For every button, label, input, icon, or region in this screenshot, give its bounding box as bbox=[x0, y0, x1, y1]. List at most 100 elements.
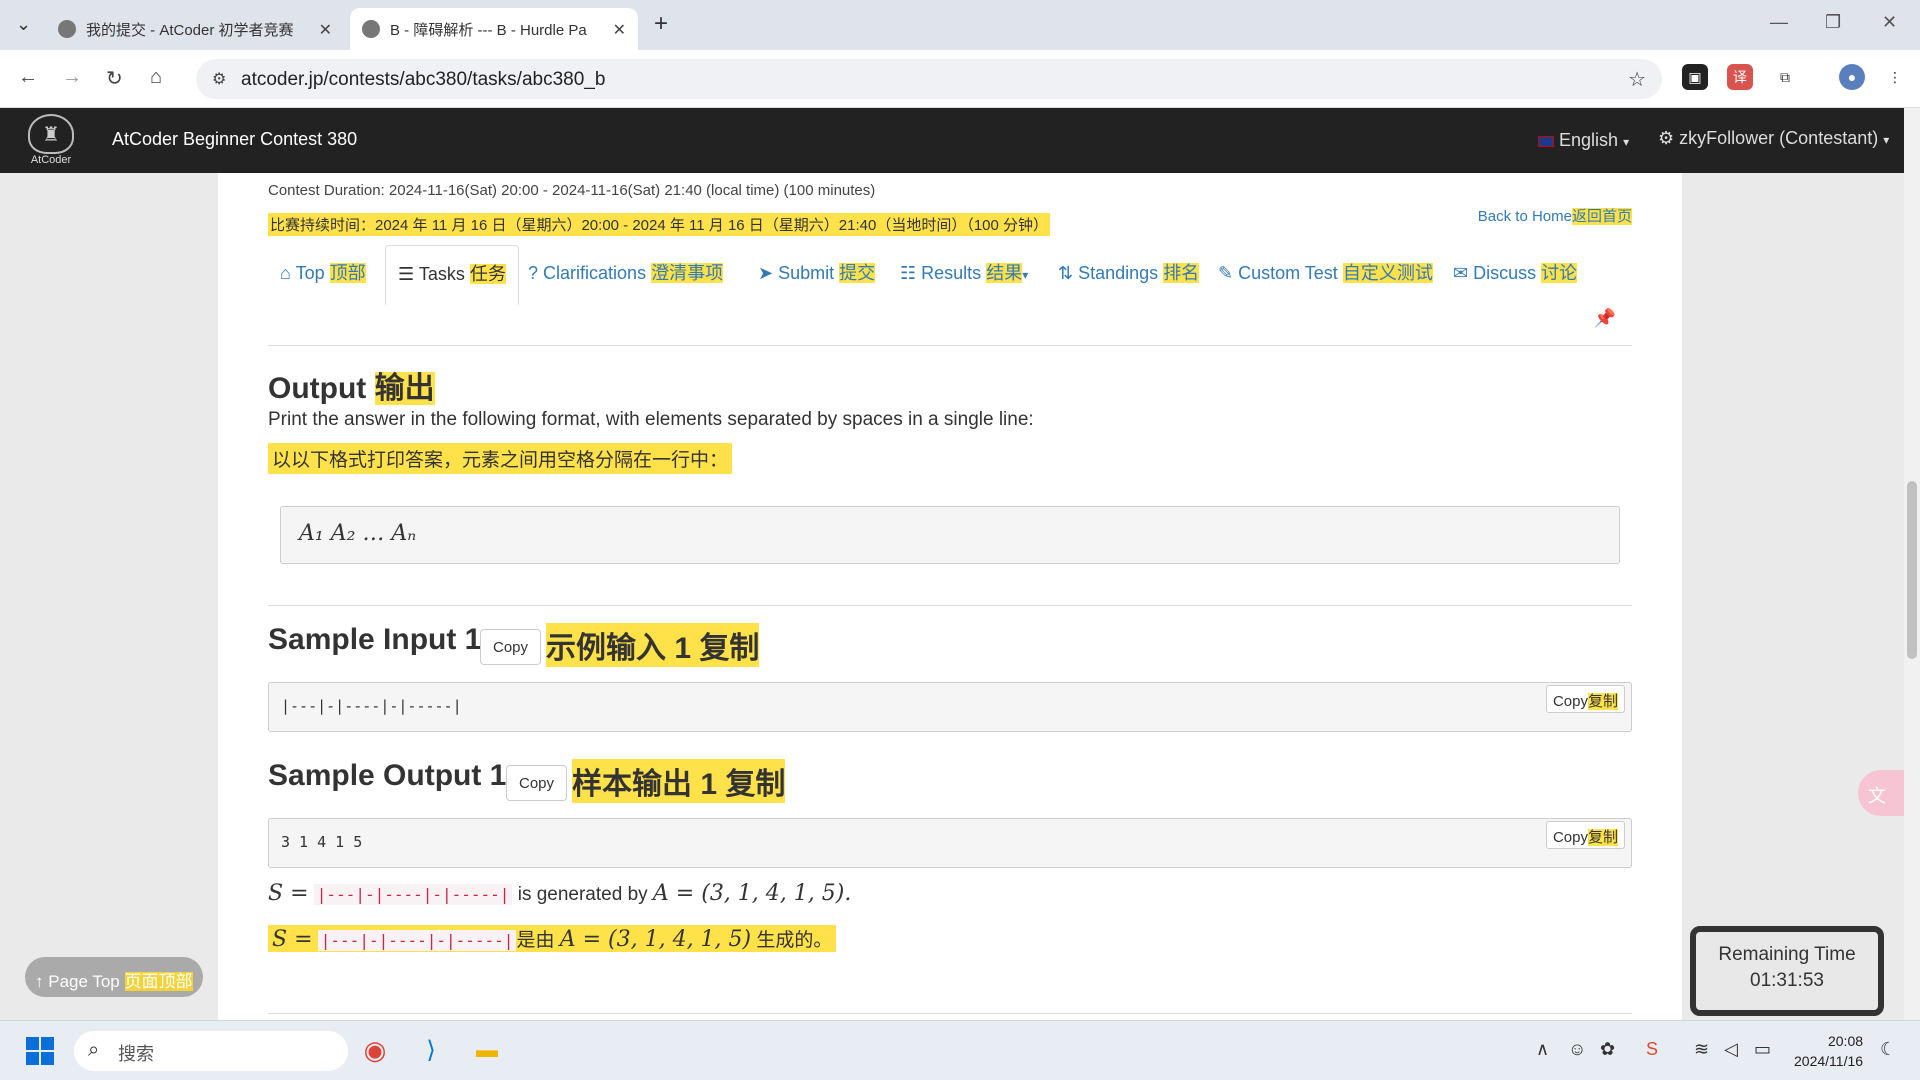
clock-date: 2024/11/16 bbox=[1794, 1053, 1864, 1069]
tab-standings[interactable]: ⇅ Standings 排名 bbox=[1058, 259, 1200, 285]
clock-time: 20:08 bbox=[1827, 1033, 1864, 1049]
send-icon: ➤ bbox=[758, 263, 774, 283]
page-top-button[interactable]: ↑ Page Top 页面顶部 bbox=[25, 957, 203, 997]
sample-output-block[interactable]: 3 1 4 1 5 Copy复制 bbox=[268, 818, 1632, 868]
home-icon[interactable]: ⌂ bbox=[150, 66, 162, 89]
copy-button[interactable]: Copy复制 bbox=[1545, 821, 1625, 849]
language-dropdown[interactable]: English ▾ bbox=[1538, 130, 1629, 151]
search-placeholder: 搜索 bbox=[118, 1044, 154, 1064]
wifi-icon[interactable]: ≋ bbox=[1694, 1039, 1709, 1060]
tab-label: Custom Test bbox=[1238, 263, 1338, 283]
browser-tab-submissions[interactable]: 我的提交 - AtCoder 初学者竞赛 ✕ bbox=[46, 8, 344, 50]
sample-output-content: 3 1 4 1 5 bbox=[281, 833, 363, 851]
sort-icon: ⇅ bbox=[1058, 263, 1074, 283]
tab-custom-test[interactable]: ✎ Custom Test 自定义测试 bbox=[1218, 259, 1433, 285]
copy-button[interactable]: Copy复制 bbox=[1545, 685, 1625, 713]
sogou-ime-icon[interactable]: S bbox=[1646, 1039, 1658, 1060]
caret-down-icon: ▾ bbox=[1623, 135, 1630, 149]
browser-tab-hurdle[interactable]: B - 障碍解析 --- B - Hurdle Pa ✕ bbox=[350, 8, 638, 50]
divider bbox=[268, 1013, 1632, 1014]
extension-icon[interactable]: ▣ bbox=[1682, 64, 1708, 90]
forward-arrow-icon[interactable]: → bbox=[62, 66, 82, 89]
user-dropdown[interactable]: ⚙ zkyFollower (Contestant) ▾ bbox=[1658, 128, 1889, 149]
restore-icon[interactable]: ❐ bbox=[1825, 12, 1841, 33]
back-arrow-icon[interactable]: ← bbox=[18, 66, 38, 89]
copy-button[interactable]: Copy bbox=[480, 629, 542, 665]
tray-app-icon[interactable]: ✿ bbox=[1600, 1039, 1615, 1060]
new-tab-plus-icon[interactable]: + bbox=[654, 10, 668, 38]
tab-search-chevron-icon[interactable]: ⌄ bbox=[16, 14, 31, 35]
contest-title[interactable]: AtCoder Beginner Contest 380 bbox=[112, 129, 357, 150]
extensions-puzzle-icon[interactable]: ⧉ bbox=[1772, 64, 1798, 90]
tab-label-zh: 结果 bbox=[986, 263, 1023, 283]
extension-translate-icon[interactable]: 译 bbox=[1727, 64, 1753, 90]
browser-tab-bar: ⌄ 我的提交 - AtCoder 初学者竞赛 ✕ B - 障碍解析 --- B … bbox=[0, 0, 1920, 50]
wrench-icon: ✎ bbox=[1218, 263, 1234, 283]
tab-results[interactable]: ☷ Results 结果▾ bbox=[900, 259, 1028, 285]
explanation-text-zh: 是由 bbox=[516, 930, 560, 951]
tray-app-icon[interactable]: ☺ bbox=[1568, 1039, 1586, 1060]
browser-menu-icon[interactable]: ⋮ bbox=[1882, 64, 1908, 90]
output-heading: Output 输出 bbox=[268, 363, 435, 407]
back-to-home-link[interactable]: Back to Home返回首页 bbox=[1478, 205, 1632, 226]
url-bar[interactable]: ⚙ atcoder.jp/contests/abc380/tasks/abc38… bbox=[196, 59, 1662, 99]
vscode-icon[interactable]: ⟩ bbox=[414, 1033, 448, 1067]
atcoder-logo[interactable]: ♜ AtCoder bbox=[18, 114, 84, 168]
inline-code: |---|-|----|-|-----| bbox=[313, 884, 513, 905]
address-toolbar: ← → ↻ ⌂ ⚙ atcoder.jp/contests/abc380/tas… bbox=[0, 50, 1920, 108]
atcoder-favicon-icon bbox=[362, 20, 380, 38]
tab-title: 我的提交 - AtCoder 初学者竞赛 bbox=[86, 21, 294, 39]
windows-taskbar: ⌕ 搜索 ◉ ⟩ ▬ ∧ ☺ ✿ S ≋ ◁ ▭ 20:08 2024/11/1… bbox=[0, 1020, 1920, 1080]
close-icon[interactable]: ✕ bbox=[319, 20, 332, 40]
battery-icon[interactable]: ▭ bbox=[1754, 1039, 1771, 1060]
site-info-icon[interactable]: ⚙ bbox=[212, 69, 226, 89]
sample-input-heading: Sample Input 1 bbox=[268, 623, 482, 656]
tab-tasks[interactable]: ☰ Tasks 任务 bbox=[385, 245, 519, 305]
copy-label-zh: 复制 bbox=[1587, 829, 1618, 846]
notification-icon[interactable]: ☾ bbox=[1880, 1039, 1896, 1060]
uk-flag-icon bbox=[1538, 135, 1554, 147]
minimize-icon[interactable]: — bbox=[1770, 12, 1788, 33]
scrollbar[interactable] bbox=[1904, 108, 1920, 1020]
translate-float-icon[interactable]: 文 bbox=[1858, 770, 1904, 816]
language-label: English bbox=[1559, 130, 1619, 150]
search-icon: ⌕ bbox=[88, 1039, 100, 1061]
pin-icon[interactable]: 📌 bbox=[1594, 308, 1616, 329]
back-zh: 返回首页 bbox=[1571, 208, 1632, 225]
copy-button[interactable]: Copy bbox=[506, 765, 568, 801]
taskbar-clock[interactable]: 20:08 2024/11/16 bbox=[1794, 1031, 1863, 1071]
list-icon: ☷ bbox=[900, 263, 917, 283]
windows-start-icon[interactable] bbox=[26, 1037, 54, 1065]
window-close-icon[interactable]: ✕ bbox=[1882, 12, 1897, 33]
profile-avatar-icon[interactable]: ● bbox=[1839, 64, 1865, 90]
explanation-text: is generated by bbox=[512, 884, 653, 905]
copy-label: Copy bbox=[1552, 829, 1588, 846]
math-s: S = bbox=[272, 927, 313, 952]
tab-label: Top bbox=[295, 263, 325, 283]
remaining-time-widget: Remaining Time 01:31:53 bbox=[1690, 926, 1884, 1016]
bookmark-star-icon[interactable]: ☆ bbox=[1628, 67, 1646, 92]
tab-top[interactable]: ⌂ Top 顶部 bbox=[280, 259, 366, 285]
tab-label: Clarifications bbox=[543, 263, 647, 283]
tray-expand-icon[interactable]: ∧ bbox=[1536, 1039, 1549, 1060]
user-name: zkyFollower (Contestant) bbox=[1679, 128, 1879, 148]
file-explorer-icon[interactable]: ▬ bbox=[470, 1033, 504, 1067]
chrome-icon[interactable]: ◉ bbox=[358, 1033, 392, 1067]
close-icon[interactable]: ✕ bbox=[613, 20, 626, 40]
sample-explanation: S = |---|-|----|-|-----| is generated by… bbox=[268, 881, 851, 906]
sample-input-content: |---|-|----|-|-----| bbox=[281, 697, 462, 715]
tab-label-zh: 讨论 bbox=[1541, 263, 1578, 283]
tab-clarifications[interactable]: ? Clarifications 澄清事项 bbox=[528, 259, 724, 285]
volume-muted-icon[interactable]: ◁ bbox=[1724, 1039, 1738, 1060]
tab-submit[interactable]: ➤ Submit 提交 bbox=[758, 259, 876, 285]
tab-discuss[interactable]: ✉ Discuss 讨论 bbox=[1453, 259, 1578, 285]
taskbar-search[interactable]: ⌕ 搜索 bbox=[74, 1031, 348, 1071]
sample-input-block[interactable]: |---|-|----|-|-----| Copy复制 bbox=[268, 682, 1632, 732]
scrollbar-thumb[interactable] bbox=[1907, 481, 1917, 659]
math-a: A = (3, 1, 4, 1, 5) bbox=[559, 927, 752, 952]
sample-output-heading-zh: 样本输出 1 复制 bbox=[572, 759, 786, 803]
remaining-label: Remaining Time bbox=[1718, 944, 1856, 965]
list-icon: ☰ bbox=[398, 264, 415, 284]
question-circle-icon: ? bbox=[528, 263, 539, 283]
reload-icon[interactable]: ↻ bbox=[106, 66, 123, 91]
